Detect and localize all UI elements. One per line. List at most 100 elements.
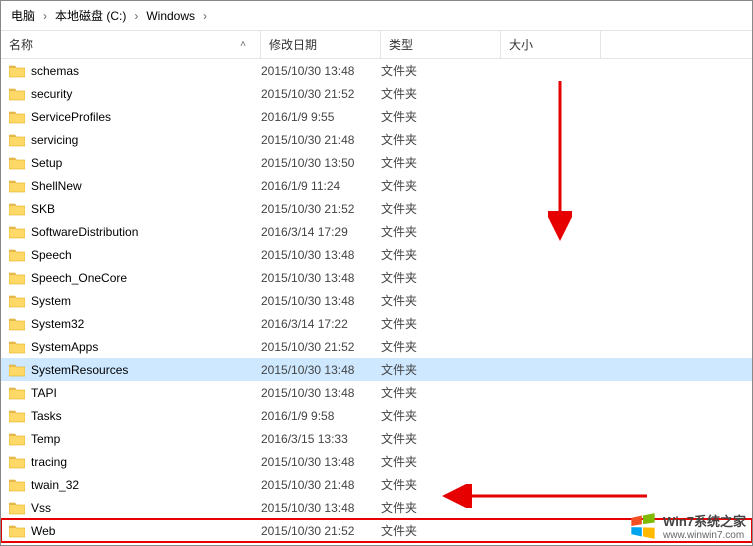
cell-type: 文件夹 (381, 85, 501, 102)
folder-icon (9, 248, 25, 262)
table-row[interactable]: tracing2015/10/30 13:48文件夹 (1, 450, 752, 473)
cell-date: 2016/3/14 17:29 (261, 225, 381, 239)
table-row[interactable]: security2015/10/30 21:52文件夹 (1, 82, 752, 105)
cell-name: security (9, 87, 261, 101)
cell-name: Temp (9, 432, 261, 446)
cell-name: TAPI (9, 386, 261, 400)
chevron-right-icon: › (130, 9, 142, 23)
table-row[interactable]: SystemApps2015/10/30 21:52文件夹 (1, 335, 752, 358)
folder-icon (9, 478, 25, 492)
folder-icon (9, 87, 25, 101)
cell-type: 文件夹 (381, 177, 501, 194)
file-name: schemas (31, 64, 79, 78)
file-name: SKB (31, 202, 55, 216)
cell-name: Web (9, 524, 261, 538)
cell-type: 文件夹 (381, 476, 501, 493)
table-row[interactable]: Tasks2016/1/9 9:58文件夹 (1, 404, 752, 427)
sort-indicator-icon: ˄ (240, 39, 246, 50)
cell-date: 2016/1/9 11:24 (261, 179, 381, 193)
file-name: Setup (31, 156, 62, 170)
cell-name: twain_32 (9, 478, 261, 492)
folder-icon (9, 363, 25, 377)
table-row[interactable]: SystemResources2015/10/30 13:48文件夹 (1, 358, 752, 381)
file-name: Web (31, 524, 55, 538)
table-row[interactable]: schemas2015/10/30 13:48文件夹 (1, 59, 752, 82)
cell-name: System (9, 294, 261, 308)
cell-name: System32 (9, 317, 261, 331)
table-row[interactable]: ServiceProfiles2016/1/9 9:55文件夹 (1, 105, 752, 128)
breadcrumb[interactable]: 电脑 › 本地磁盘 (C:) › Windows › (1, 1, 752, 31)
cell-type: 文件夹 (381, 62, 501, 79)
cell-type: 文件夹 (381, 108, 501, 125)
cell-date: 2015/10/30 21:52 (261, 202, 381, 216)
cell-name: schemas (9, 64, 261, 78)
cell-name: ServiceProfiles (9, 110, 261, 124)
cell-date: 2015/10/30 13:50 (261, 156, 381, 170)
cell-date: 2016/1/9 9:58 (261, 409, 381, 423)
table-row[interactable]: System322016/3/14 17:22文件夹 (1, 312, 752, 335)
breadcrumb-item[interactable]: 本地磁盘 (C:) (51, 7, 130, 24)
cell-type: 文件夹 (381, 223, 501, 240)
folder-icon (9, 225, 25, 239)
file-name: twain_32 (31, 478, 79, 492)
column-header-size[interactable]: 大小 (501, 31, 601, 58)
breadcrumb-item[interactable]: 电脑 (7, 7, 39, 24)
file-name: ShellNew (31, 179, 82, 193)
table-row[interactable]: Speech_OneCore2015/10/30 13:48文件夹 (1, 266, 752, 289)
table-row[interactable]: Temp2016/3/15 13:33文件夹 (1, 427, 752, 450)
column-header-row: 名称 ˄ 修改日期 类型 大小 (1, 31, 752, 59)
column-header-type[interactable]: 类型 (381, 31, 501, 58)
table-row[interactable]: Web 2015/10/30 21:52文件夹 (1, 519, 752, 542)
cell-date: 2015/10/30 21:52 (261, 524, 381, 538)
cell-type: 文件夹 (381, 453, 501, 470)
cell-name: Tasks (9, 409, 261, 423)
column-header-date[interactable]: 修改日期 (261, 31, 381, 58)
file-list[interactable]: schemas2015/10/30 13:48文件夹security2015/1… (1, 59, 752, 543)
table-row[interactable]: SKB 2015/10/30 21:52文件夹 (1, 197, 752, 220)
chevron-right-icon: › (199, 9, 211, 23)
breadcrumb-item[interactable]: Windows (142, 9, 199, 23)
file-name: Speech_OneCore (31, 271, 127, 285)
cell-date: 2015/10/30 13:48 (261, 386, 381, 400)
cell-type: 文件夹 (381, 499, 501, 516)
table-row[interactable]: SoftwareDistribution2016/3/14 17:29文件夹 (1, 220, 752, 243)
cell-name: SystemApps (9, 340, 261, 354)
cell-type: 文件夹 (381, 246, 501, 263)
table-row[interactable]: servicing2015/10/30 21:48文件夹 (1, 128, 752, 151)
cell-date: 2015/10/30 13:48 (261, 294, 381, 308)
cell-name: ShellNew (9, 179, 261, 193)
table-row[interactable]: ShellNew 2016/1/9 11:24文件夹 (1, 174, 752, 197)
cell-type: 文件夹 (381, 200, 501, 217)
table-row[interactable]: twain_32 2015/10/30 21:48文件夹 (1, 473, 752, 496)
cell-type: 文件夹 (381, 384, 501, 401)
folder-icon (9, 432, 25, 446)
table-row[interactable]: Vss2015/10/30 13:48文件夹 (1, 496, 752, 519)
file-name: Vss (31, 501, 51, 515)
file-name: servicing (31, 133, 78, 147)
table-row[interactable]: Setup 2015/10/30 13:50文件夹 (1, 151, 752, 174)
cell-date: 2015/10/30 21:52 (261, 87, 381, 101)
folder-icon (9, 409, 25, 423)
cell-date: 2016/1/9 9:55 (261, 110, 381, 124)
table-row[interactable]: WinSxS2016/3/14 8:38文件夹 (1, 542, 752, 543)
cell-date: 2015/10/30 21:48 (261, 478, 381, 492)
folder-icon (9, 64, 25, 78)
table-row[interactable]: TAPI2015/10/30 13:48文件夹 (1, 381, 752, 404)
file-name: System (31, 294, 71, 308)
folder-icon (9, 156, 25, 170)
cell-type: 文件夹 (381, 154, 501, 171)
folder-icon (9, 294, 25, 308)
cell-type: 文件夹 (381, 407, 501, 424)
table-row[interactable]: Speech2015/10/30 13:48文件夹 (1, 243, 752, 266)
cell-name: SKB (9, 202, 261, 216)
chevron-right-icon: › (39, 9, 51, 23)
cell-name: tracing (9, 455, 261, 469)
folder-icon (9, 179, 25, 193)
column-header-label: 名称 (9, 36, 33, 53)
table-row[interactable]: System2015/10/30 13:48文件夹 (1, 289, 752, 312)
file-name: tracing (31, 455, 67, 469)
file-name: Temp (31, 432, 60, 446)
column-header-name[interactable]: 名称 ˄ (1, 31, 261, 58)
cell-type: 文件夹 (381, 522, 501, 539)
cell-name: Setup (9, 156, 261, 170)
